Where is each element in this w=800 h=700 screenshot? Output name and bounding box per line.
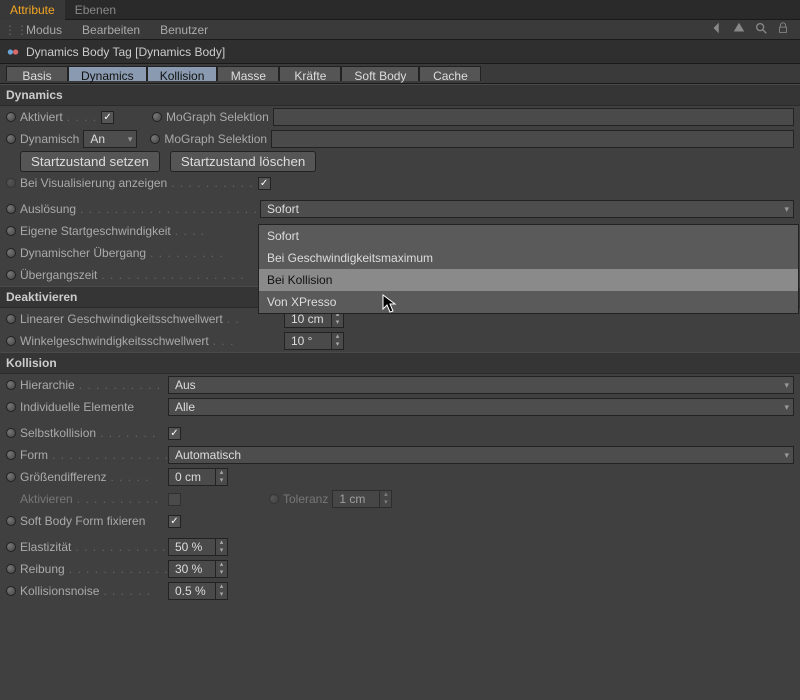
label-mograph-2: MoGraph Selektion xyxy=(164,132,267,146)
label-dynuebergang: Dynamischer Übergang xyxy=(20,246,146,260)
num-toleranz[interactable]: 1 cm ▴▾ xyxy=(332,490,392,508)
menubar: ⋮⋮ Modus Bearbeiten Benutzer xyxy=(0,20,800,40)
tag-icon xyxy=(6,45,20,59)
menu-modus[interactable]: Modus xyxy=(16,21,72,39)
param-dot[interactable] xyxy=(6,428,16,438)
param-dot[interactable] xyxy=(6,542,16,552)
num-winkschwelle[interactable]: 10 ° ▴▾ xyxy=(284,332,344,350)
tab-attribute[interactable]: Attribute xyxy=(0,0,65,20)
label-softbodyfix: Soft Body Form fixieren xyxy=(20,514,145,528)
nav-back-icon[interactable] xyxy=(710,21,724,38)
label-visualisierung: Bei Visualisierung anzeigen xyxy=(20,176,167,190)
input-mograph-2[interactable] xyxy=(271,130,794,148)
input-mograph-1[interactable] xyxy=(273,108,794,126)
param-dot[interactable] xyxy=(6,336,16,346)
dd-item-kollision[interactable]: Bei Kollision xyxy=(259,269,798,291)
attrtab-kraefte[interactable]: Kräfte xyxy=(279,66,341,81)
menu-bearbeiten[interactable]: Bearbeiten xyxy=(72,21,150,39)
search-icon[interactable] xyxy=(754,21,768,38)
param-dot[interactable] xyxy=(6,226,16,236)
label-elastizitaet: Elastizität xyxy=(20,540,71,554)
chk-softbodyfix[interactable] xyxy=(168,515,181,528)
param-dot[interactable] xyxy=(6,450,16,460)
section-dynamics: Dynamics xyxy=(0,84,800,106)
param-dot[interactable] xyxy=(269,494,279,504)
attrtab-basis[interactable]: Basis xyxy=(6,66,68,81)
dd-item-sofort[interactable]: Sofort xyxy=(259,225,798,247)
dd-form[interactable]: Automatisch▾ xyxy=(168,446,794,464)
label-aktivieren: Aktivieren xyxy=(20,492,73,506)
grip-icon: ⋮⋮ xyxy=(4,23,16,37)
object-name: Dynamics Body Tag [Dynamics Body] xyxy=(26,45,225,59)
section-kollision: Kollision xyxy=(0,352,800,374)
lock-icon[interactable] xyxy=(776,21,790,38)
dd-ausloesung[interactable]: Sofort▾ xyxy=(260,200,794,218)
param-dot[interactable] xyxy=(6,516,16,526)
menu-benutzer[interactable]: Benutzer xyxy=(150,21,218,39)
num-elastizitaet[interactable]: 50 % ▴▾ xyxy=(168,538,228,556)
attrtab-softbody[interactable]: Soft Body xyxy=(341,66,419,81)
tab-ebenen[interactable]: Ebenen xyxy=(65,0,126,20)
label-ausloesung: Auslösung xyxy=(20,202,76,216)
chk-visualisierung[interactable] xyxy=(258,177,271,190)
cursor-icon xyxy=(382,294,398,317)
label-individuelle: Individuelle Elemente xyxy=(20,400,134,414)
num-reibung[interactable]: 30 % ▴▾ xyxy=(168,560,228,578)
param-dot[interactable] xyxy=(6,586,16,596)
nav-up-icon[interactable] xyxy=(732,21,746,38)
label-reibung: Reibung xyxy=(20,562,65,576)
param-dot[interactable] xyxy=(6,248,16,258)
param-dot[interactable] xyxy=(6,204,16,214)
num-groessendiff[interactable]: 0 cm ▴▾ xyxy=(168,468,228,486)
btn-startzustand-setzen[interactable]: Startzustand setzen xyxy=(20,151,160,172)
dd-individuelle[interactable]: Alle▾ xyxy=(168,398,794,416)
dd-hierarchie[interactable]: Aus▾ xyxy=(168,376,794,394)
label-aktiviert: Aktiviert xyxy=(20,110,63,124)
label-toleranz: Toleranz xyxy=(283,492,328,506)
label-hierarchie: Hierarchie xyxy=(20,378,75,392)
btn-startzustand-loeschen[interactable]: Startzustand löschen xyxy=(170,151,316,172)
label-uebergangszeit: Übergangszeit xyxy=(20,268,97,282)
attrtab-cache[interactable]: Cache xyxy=(419,66,481,81)
dd-item-xpresso[interactable]: Von XPresso xyxy=(259,291,798,313)
param-dot[interactable] xyxy=(152,112,162,122)
param-dot[interactable] xyxy=(6,178,16,188)
param-dot[interactable] xyxy=(6,380,16,390)
chk-aktivieren[interactable] xyxy=(168,493,181,506)
label-groessendiff: Größendifferenz xyxy=(20,470,107,484)
chk-aktiviert[interactable] xyxy=(101,111,114,124)
label-form: Form xyxy=(20,448,48,462)
label-mograph-1: MoGraph Selektion xyxy=(166,110,269,124)
dd-item-geschwmax[interactable]: Bei Geschwindigkeitsmaximum xyxy=(259,247,798,269)
param-dot[interactable] xyxy=(6,402,16,412)
attrtab-masse[interactable]: Masse xyxy=(217,66,279,81)
label-selbstkollision: Selbstkollision xyxy=(20,426,96,440)
num-kollisionsnoise[interactable]: 0.5 % ▴▾ xyxy=(168,582,228,600)
param-dot[interactable] xyxy=(6,472,16,482)
label-eigenestart: Eigene Startgeschwindigkeit xyxy=(20,224,171,238)
attrtab-dynamics[interactable]: Dynamics xyxy=(68,66,147,81)
dd-ausloesung-menu: Sofort Bei Geschwindigkeitsmaximum Bei K… xyxy=(258,224,799,314)
label-dynamisch: Dynamisch xyxy=(20,132,79,146)
param-dot[interactable] xyxy=(6,314,16,324)
param-dot[interactable] xyxy=(150,134,160,144)
dd-dynamisch[interactable]: An▾ xyxy=(83,130,137,148)
param-dot[interactable] xyxy=(6,112,16,122)
object-header: Dynamics Body Tag [Dynamics Body] xyxy=(0,40,800,64)
attrtab-kollision[interactable]: Kollision xyxy=(147,66,218,81)
toolbar-right xyxy=(710,21,796,38)
param-dot[interactable] xyxy=(6,564,16,574)
chk-selbstkollision[interactable] xyxy=(168,427,181,440)
param-dot[interactable] xyxy=(6,270,16,280)
label-kollisionsnoise: Kollisionsnoise xyxy=(20,584,99,598)
label-winkschwelle: Winkelgeschwindigkeitsschwellwert xyxy=(20,334,209,348)
attr-tabs: Basis Dynamics Kollision Masse Kräfte So… xyxy=(0,64,800,84)
param-dot[interactable] xyxy=(6,134,16,144)
label-linschwelle: Linearer Geschwindigkeitsschwellwert xyxy=(20,312,223,326)
panel-tabs: Attribute Ebenen xyxy=(0,0,800,20)
